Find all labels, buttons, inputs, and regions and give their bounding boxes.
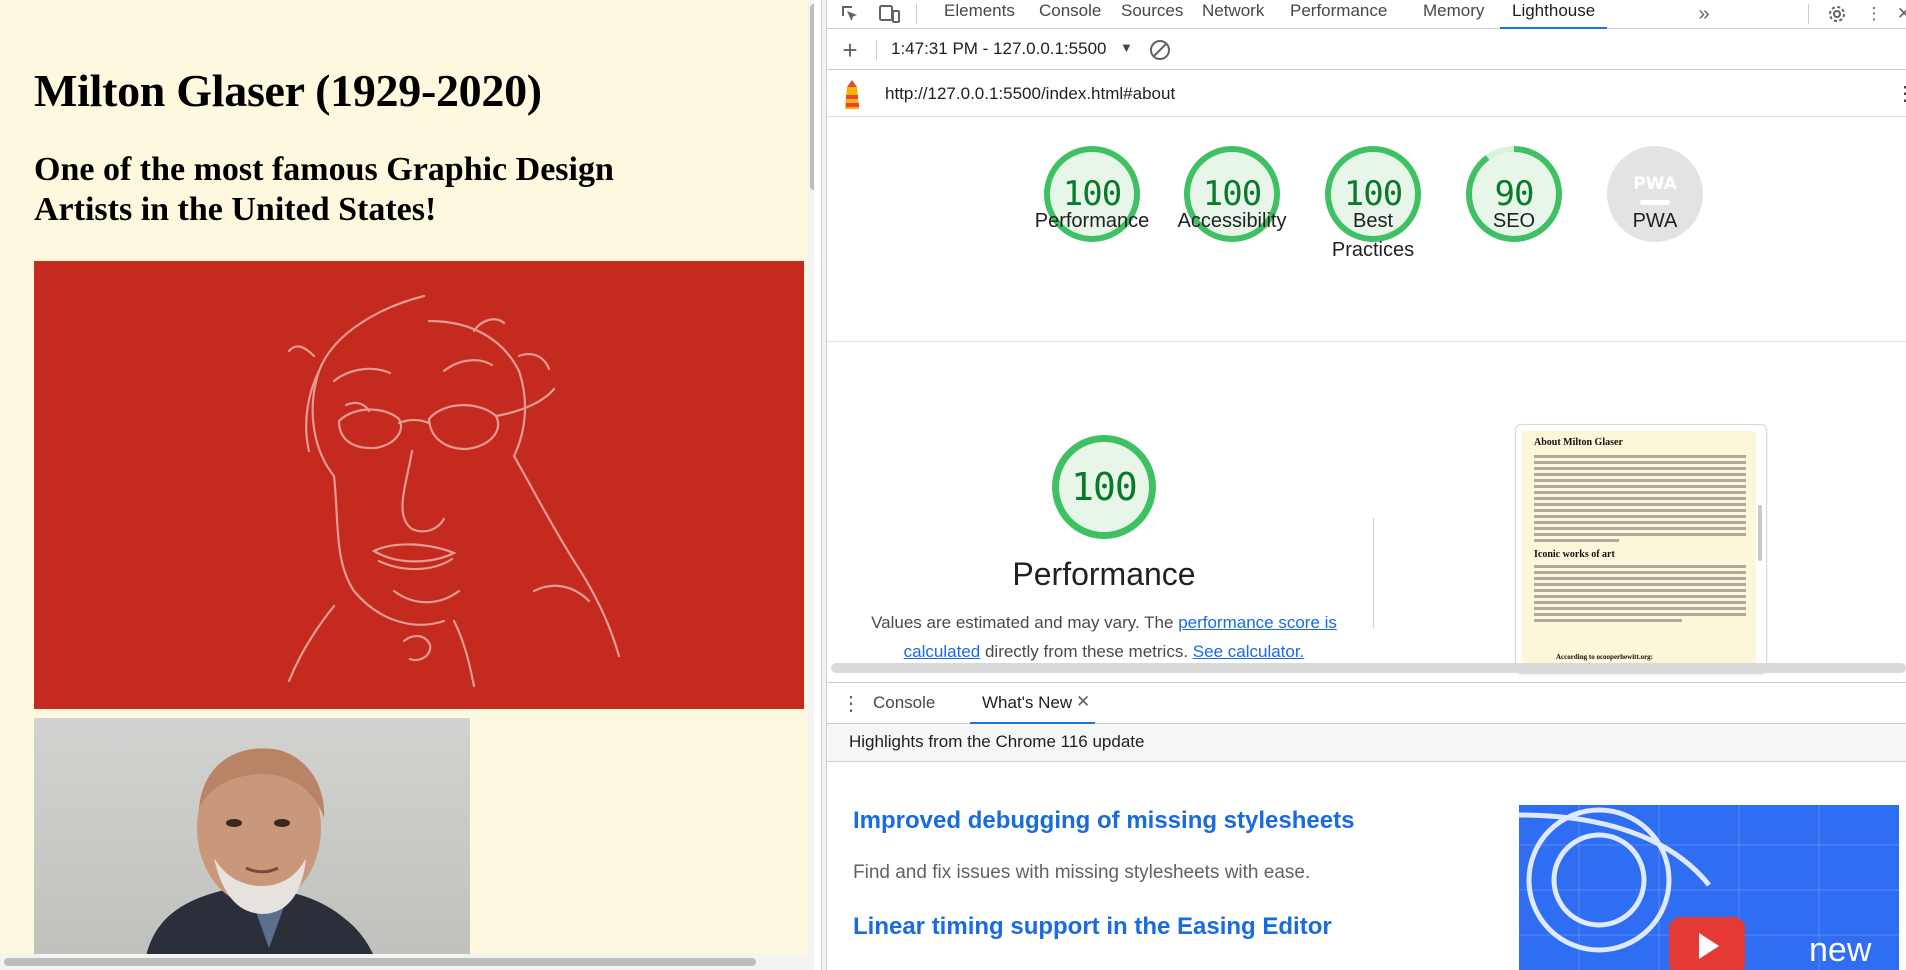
glaser-photo (34, 718, 470, 970)
page-viewport: Milton Glaser (1929-2020) One of the mos… (0, 0, 814, 970)
audited-url-bar: http://127.0.0.1:5500/index.html#about ⋮ (827, 71, 1906, 117)
thumbnail-heading-1: About Milton Glaser (1534, 437, 1623, 448)
new-report-plus-icon[interactable]: + (835, 35, 865, 65)
perf-desc-text-2: directly from these metrics. (980, 642, 1193, 661)
tab-network[interactable]: Network (1202, 0, 1264, 28)
see-calculator-link[interactable]: See calculator. (1193, 642, 1305, 661)
page-vertical-scrollbar[interactable] (807, 0, 814, 970)
settings-gear-icon[interactable] (1822, 0, 1852, 28)
section-divider (1373, 518, 1374, 628)
dropdown-caret-icon[interactable]: ▼ (1120, 40, 1133, 55)
inspect-element-icon[interactable] (835, 0, 865, 28)
page-screenshot-thumbnail[interactable]: About Milton Glaser Iconic works of art … (1515, 424, 1767, 674)
devtools-tabbar: Elements Console Sources Network Perform… (827, 0, 1906, 29)
glaser-line-portrait-image (34, 261, 804, 709)
perf-desc-text: Values are estimated and may vary. The (871, 613, 1179, 632)
page-heading: Milton Glaser (1929-2020) (34, 65, 542, 116)
tab-performance[interactable]: Performance (1290, 0, 1387, 28)
thumbnail-paragraph-1 (1534, 455, 1746, 545)
device-toolbar-icon[interactable] (875, 0, 905, 28)
whats-new-item-title-2[interactable]: Linear timing support in the Easing Edit… (853, 913, 1332, 941)
whats-new-item-title[interactable]: Improved debugging of missing stylesheet… (853, 807, 1354, 835)
whats-new-highlights: Highlights from the Chrome 116 update (827, 724, 1906, 762)
thumbnail-scrollbar (1758, 505, 1762, 561)
thumbnail-paragraph-2 (1534, 565, 1746, 625)
drawer-menu-icon[interactable]: ⋮ (841, 691, 861, 716)
drawer-tab-console[interactable]: Console (873, 693, 935, 713)
pwa-dash-icon (1640, 199, 1670, 205)
page-horizontal-scrollbar[interactable] (0, 954, 814, 970)
close-devtools-icon[interactable]: ✕ (1889, 0, 1906, 28)
gauge-label-pwa: PWA (1632, 210, 1678, 232)
thumbnail-quote: According to ocooperhewitt.org: (1556, 653, 1654, 661)
devtools-horizontal-scrollbar[interactable] (831, 663, 1906, 673)
gauge-label-best-practices: Best Practices (1331, 210, 1415, 261)
thumbnail-heading-2: Iconic works of art (1534, 549, 1615, 560)
lighthouse-toolbar: + 1:47:31 PM - 127.0.0.1:5500 ▼ (827, 30, 1906, 70)
pwa-badge-text: PWA (1633, 173, 1677, 194)
performance-section: 100 Performance Values are estimated and… (827, 342, 1906, 674)
performance-big-score: 100 (1071, 465, 1138, 509)
performance-big-gauge: 100 (1052, 435, 1156, 539)
close-tab-icon[interactable]: ✕ (1076, 692, 1090, 712)
more-options-icon[interactable]: ⋮ (1859, 0, 1889, 28)
gauge-label-performance: Performance (1034, 210, 1150, 232)
performance-description: Values are estimated and may vary. The p… (865, 608, 1343, 666)
tab-console[interactable]: Console (1039, 0, 1101, 28)
clear-reports-icon[interactable] (1145, 36, 1175, 64)
score-gauges: 100 Performance 100 Accessibility 100 Be… (827, 118, 1906, 342)
promo-new-label: new (1809, 931, 1872, 969)
tab-memory[interactable]: Memory (1423, 0, 1484, 28)
gauge-label-accessibility: Accessibility (1177, 210, 1287, 232)
report-selector[interactable]: 1:47:31 PM - 127.0.0.1:5500 (891, 39, 1107, 59)
lighthouse-logo-icon (841, 77, 863, 116)
tab-elements[interactable]: Elements (944, 0, 1015, 28)
whats-new-video-thumbnail[interactable]: new (1519, 805, 1899, 970)
devtools-panel: Elements Console Sources Network Perform… (827, 0, 1906, 970)
gauge-label-seo: SEO (1492, 210, 1536, 232)
tab-lighthouse[interactable]: Lighthouse (1499, 0, 1608, 29)
drawer-tab-whats-new[interactable]: What's New (982, 693, 1072, 713)
drawer-tabbar: ⋮ Console What's New ✕ (827, 682, 1906, 724)
page-subheading: One of the most famous Graphic Design Ar… (34, 151, 614, 228)
whats-new-item-text: Find and fix issues with missing stylesh… (853, 862, 1311, 883)
chevron-double-right-icon[interactable]: » (1689, 0, 1719, 28)
audited-url[interactable]: http://127.0.0.1:5500/index.html#about (885, 84, 1175, 104)
url-menu-icon[interactable]: ⋮ (1895, 81, 1906, 106)
tab-sources[interactable]: Sources (1121, 0, 1183, 28)
performance-section-title: Performance (1012, 556, 1196, 592)
